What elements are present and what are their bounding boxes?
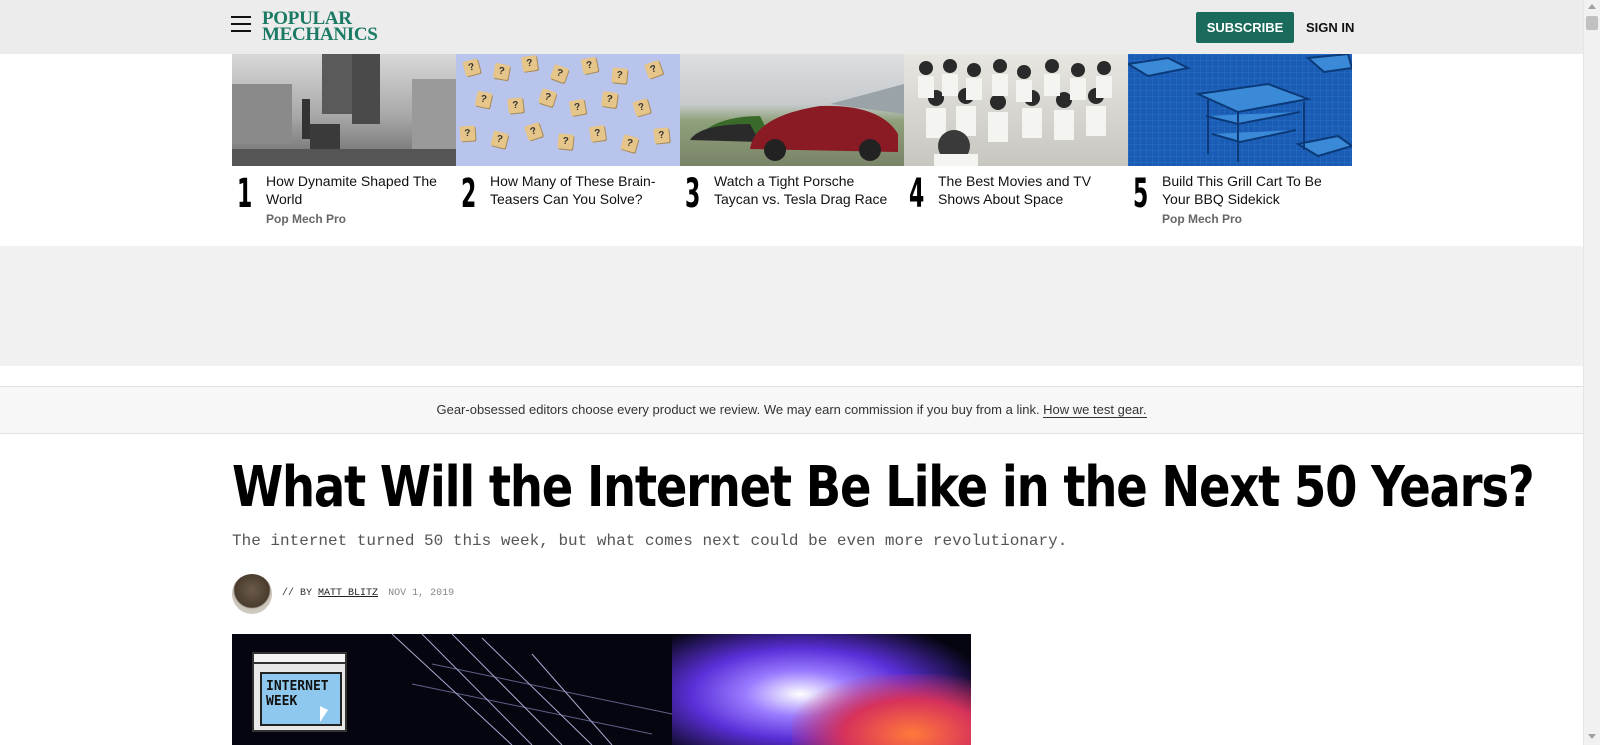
trending-rank: 5	[1133, 171, 1149, 217]
trending-item[interactable]: 4 The Best Movies and TV Shows About Spa…	[904, 54, 1128, 246]
scroll-up-arrow-icon[interactable]	[1588, 4, 1596, 9]
badge-line-1: INTERNET	[266, 679, 329, 694]
trending-item[interactable]: 1 How Dynamite Shaped The World Pop Mech…	[232, 54, 456, 246]
affiliate-disclaimer: Gear-obsessed editors choose every produ…	[0, 386, 1583, 434]
trending-item[interactable]: ? ? ? ? ? ? ? ? ? ? ? ? ? ? ? ? ? ? ? ? …	[456, 54, 680, 246]
author-link[interactable]: MATT BLITZ	[318, 588, 378, 599]
hero-light-streak-red	[792, 674, 971, 745]
trending-image-brain-teasers[interactable]: ? ? ? ? ? ? ? ? ? ? ? ? ? ? ? ? ? ? ? ?	[456, 54, 680, 166]
site-header: POPULAR MECHANICS SUBSCRIBE SIGN IN	[0, 0, 1583, 54]
trending-rank: 4	[909, 171, 925, 217]
trending-item[interactable]: 3 Watch a Tight Porsche Taycan vs. Tesla…	[680, 54, 904, 246]
article-dek: The internet turned 50 this week, but wh…	[232, 532, 1068, 550]
article-byline: // BY MATT BLITZ NOV 1, 2019	[282, 588, 454, 599]
trending-rank: 2	[461, 171, 477, 217]
pointer-cursor-icon	[320, 706, 328, 722]
how-we-test-gear-link[interactable]: How we test gear.	[1043, 402, 1147, 418]
subscribe-button[interactable]: SUBSCRIBE	[1196, 12, 1294, 43]
menu-icon[interactable]	[231, 16, 251, 36]
trending-tag: Pop Mech Pro	[1162, 212, 1243, 226]
trending-title[interactable]: Watch a Tight Porsche Taycan vs. Tesla D…	[714, 172, 900, 208]
disclaimer-text: Gear-obsessed editors choose every produ…	[436, 402, 1044, 417]
trending-rank: 3	[685, 171, 701, 217]
trending-title[interactable]: How Dynamite Shaped The World	[266, 172, 452, 208]
logo-line-2: MECHANICS	[262, 24, 378, 45]
publish-date: NOV 1, 2019	[388, 588, 455, 599]
scroll-down-arrow-icon[interactable]	[1588, 734, 1596, 739]
internet-week-badge: INTERNET WEEK	[252, 652, 347, 732]
trending-title[interactable]: Build This Grill Cart To Be Your BBQ Sid…	[1162, 172, 1348, 208]
ad-slot	[0, 246, 1583, 366]
trending-image-grill-cart[interactable]	[1128, 54, 1352, 166]
trending-image-space-movies[interactable]	[904, 54, 1128, 166]
site-logo[interactable]: POPULAR MECHANICS	[262, 9, 378, 45]
trending-image-drag-race[interactable]	[680, 54, 904, 166]
trending-title[interactable]: How Many of These Brain-Teasers Can You …	[490, 172, 676, 208]
sign-in-link[interactable]: SIGN IN	[1306, 20, 1354, 35]
trending-rank: 1	[237, 171, 253, 217]
page-scrollbar[interactable]	[1583, 0, 1600, 745]
hero-image[interactable]: INTERNET WEEK	[232, 634, 971, 745]
author-avatar[interactable]	[232, 574, 272, 614]
trending-tag: Pop Mech Pro	[266, 212, 347, 226]
trending-title[interactable]: The Best Movies and TV Shows About Space	[938, 172, 1124, 208]
trending-stories: 1 How Dynamite Shaped The World Pop Mech…	[232, 54, 1352, 246]
trending-item[interactable]: 5 Build This Grill Cart To Be Your BBQ S…	[1128, 54, 1352, 246]
scroll-thumb[interactable]	[1586, 16, 1598, 30]
trending-image-dynamite[interactable]	[232, 54, 456, 166]
byline-prefix: // BY	[282, 588, 313, 599]
article-headline: What Will the Internet Be Like in the Ne…	[232, 455, 1535, 520]
